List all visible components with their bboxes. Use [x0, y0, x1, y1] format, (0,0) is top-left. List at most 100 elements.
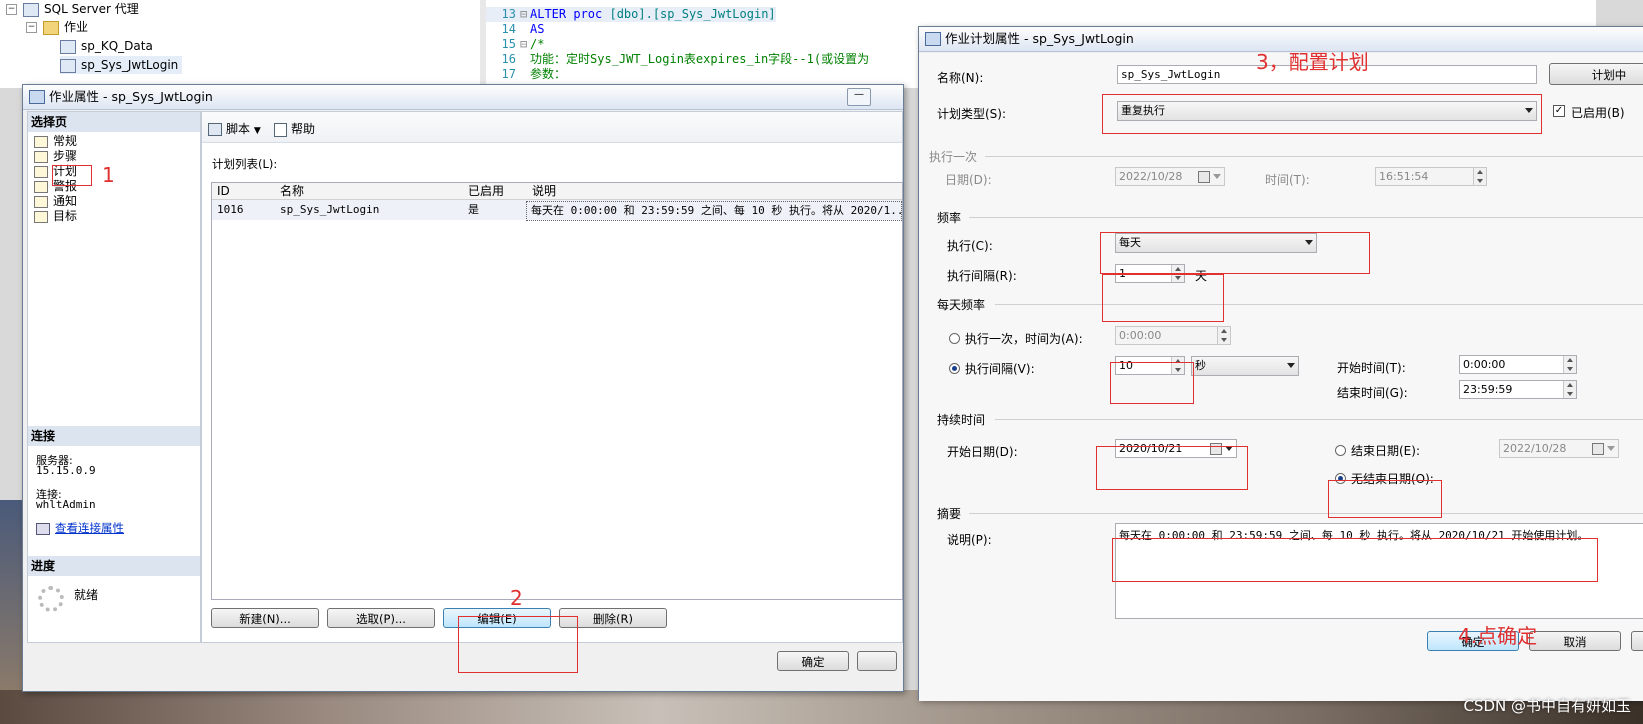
start-date-input[interactable]: 2020/10/21 [1115, 439, 1237, 458]
daily-once-time-input: 0:00:00 [1115, 326, 1231, 345]
spinner-icon [1473, 168, 1486, 185]
col-id[interactable]: ID [217, 183, 230, 199]
page-steps[interactable]: 步骤 [34, 149, 77, 164]
daily-every-radio[interactable] [949, 363, 960, 374]
collapse-icon[interactable]: − [26, 22, 37, 33]
col-name[interactable]: 名称 [280, 183, 304, 199]
script-button[interactable]: 脚本 ▼ [208, 120, 261, 137]
once-time-input: 16:51:54 [1375, 167, 1487, 186]
end-time-label: 结束时间(G): [1337, 386, 1408, 400]
pick-schedule-button[interactable]: 选取(P)... [327, 608, 435, 628]
type-label: 计划类型(S): [937, 107, 1007, 121]
spinner-icon[interactable] [1563, 381, 1576, 398]
dropdown-arrow-icon[interactable] [1225, 446, 1233, 451]
annotation-2: 2 [510, 586, 523, 610]
divider [985, 156, 1643, 157]
spinner-icon[interactable] [1171, 265, 1184, 282]
toolbar: 脚本 ▼ 帮助 [202, 112, 902, 143]
tree-item-sql-agent[interactable]: − SQL Server 代理 [6, 0, 139, 18]
tree-item-job-kq[interactable]: sp_KQ_Data [60, 37, 153, 55]
fold-icon[interactable]: ⊟ [520, 7, 530, 22]
description-label: 说明(P): [947, 533, 992, 547]
help-icon [274, 122, 287, 137]
schedule-content: 名称(N): sp_Sys_JwtLogin 计划中 计划类型(S): 重复执行… [919, 53, 1643, 701]
divider [995, 419, 1643, 420]
daily-once-radio[interactable] [949, 333, 960, 344]
annotation-3: 3，配置计划 [1256, 50, 1369, 74]
recurs-input[interactable]: 1 [1115, 264, 1185, 283]
job-icon [60, 58, 76, 73]
spinner-icon[interactable] [1171, 357, 1184, 374]
dropdown-arrow-icon[interactable]: ▼ [254, 126, 261, 136]
start-time-label: 开始时间(T): [1337, 361, 1406, 375]
summary-section: 摘要 [937, 507, 962, 521]
spinner-icon[interactable] [1563, 356, 1576, 373]
end-time-input[interactable]: 23:59:59 [1459, 380, 1577, 399]
view-connection-properties-link[interactable]: 查看连接属性 [36, 520, 124, 536]
calendar-icon[interactable] [1210, 443, 1222, 455]
window-icon [925, 32, 941, 46]
schedule-type-select[interactable]: 重复执行 [1117, 101, 1537, 121]
name-label: 名称(N): [937, 71, 984, 85]
jobs-in-schedule-button[interactable]: 计划中 [1549, 63, 1643, 85]
window-icon [29, 90, 45, 104]
new-schedule-button[interactable]: 新建(N)... [211, 608, 319, 628]
job-content: 脚本 ▼ 帮助 计划列表(L): ID 名称 已启用 说明 1016 sp_Sy… [201, 111, 903, 643]
dropdown-arrow-icon [1287, 363, 1295, 368]
enabled-checkbox[interactable]: ✓ [1553, 105, 1565, 117]
schedule-cancel-button[interactable]: 取消 [1529, 631, 1621, 651]
job-dialog-titlebar[interactable]: 作业属性 - sp_Sys_JwtLogin — [23, 85, 903, 110]
start-time-input[interactable]: 0:00:00 [1459, 355, 1577, 374]
description-textarea[interactable]: 每天在 0:00:00 和 23:59:59 之间、每 10 秒 执行。将从 2… [1115, 523, 1643, 619]
page-notifications[interactable]: 通知 [34, 194, 77, 209]
col-description[interactable]: 说明 [532, 183, 556, 199]
schedule-grid: ID 名称 已启用 说明 1016 sp_Sys_JwtLogin 是 每天在 … [211, 182, 903, 600]
duration-section: 持续时间 [937, 413, 986, 427]
connection-header: 连接 [28, 426, 200, 446]
page-icon [34, 165, 48, 178]
tree-item-job-jwt[interactable]: sp_Sys_JwtLogin [60, 56, 183, 74]
daily-every-input[interactable]: 10 [1115, 356, 1185, 375]
daily-every-label: 执行间隔(V): [965, 362, 1035, 376]
code-line: 14 AS [501, 22, 545, 36]
edit-schedule-button[interactable]: 编辑(E) [443, 608, 551, 628]
schedule-list-label: 计划列表(L): [212, 157, 278, 171]
page-schedules[interactable]: 计划 [34, 164, 77, 179]
spinner-icon [1217, 327, 1230, 344]
no-end-date-label: 无结束日期(O): [1351, 472, 1434, 486]
script-icon [208, 123, 222, 136]
page-alerts[interactable]: 警报 [34, 179, 77, 194]
job-icon [60, 39, 76, 54]
schedule-help-button-partial[interactable] [1631, 631, 1643, 651]
desktop-background-left [0, 500, 22, 690]
collapse-icon[interactable]: − [6, 4, 17, 15]
page-icon [34, 135, 48, 148]
fold-icon[interactable]: ⊟ [520, 37, 530, 52]
end-date-radio[interactable] [1335, 445, 1346, 456]
side-panel: 选择页 常规 步骤 计划 警报 通知 目标 连接 服务器: 15.15.0.9 … [27, 111, 201, 643]
no-end-date-radio[interactable] [1335, 473, 1346, 484]
code-line: 17 参数： [501, 67, 567, 81]
divider [969, 217, 1643, 218]
daily-every-unit-select[interactable]: 秒 [1191, 356, 1299, 376]
end-date-label: 结束日期(E): [1351, 444, 1420, 458]
object-explorer: − SQL Server 代理 − 作业 sp_KQ_Data sp_Sys_Jwt… [0, 0, 480, 88]
dropdown-arrow-icon [1305, 240, 1313, 245]
page-general[interactable]: 常规 [34, 134, 77, 149]
progress-header: 进度 [28, 556, 200, 576]
page-targets[interactable]: 目标 [34, 209, 77, 224]
delete-schedule-button[interactable]: 删除(R) [559, 608, 667, 628]
end-date-input: 2022/10/28 [1499, 439, 1619, 458]
col-enabled[interactable]: 已启用 [468, 183, 504, 199]
page-icon [34, 150, 48, 163]
minimize-button[interactable]: — [847, 88, 871, 106]
progress-status: 就绪 [74, 588, 99, 602]
occurs-select[interactable]: 每天 [1115, 233, 1317, 253]
job-ok-button[interactable]: 确定 [777, 651, 849, 671]
properties-icon [36, 522, 50, 535]
job-cancel-button-partial[interactable] [857, 651, 897, 671]
table-row[interactable]: 1016 sp_Sys_JwtLogin 是 每天在 0:00:00 和 23:… [212, 200, 902, 221]
help-button[interactable]: 帮助 [274, 120, 315, 137]
tree-item-jobs[interactable]: − 作业 [26, 18, 88, 36]
page-icon [34, 210, 48, 223]
